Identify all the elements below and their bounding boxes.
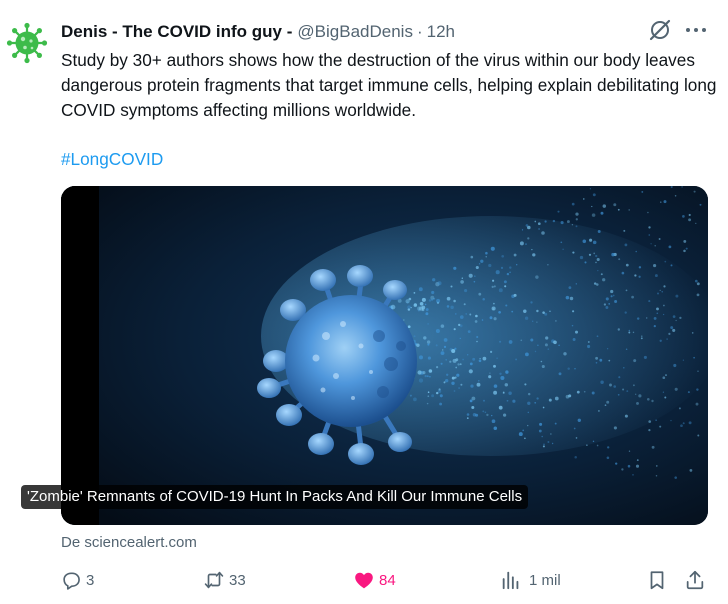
tweet-header: Denis - The COVID info guy - @BigBadDeni… — [61, 20, 455, 44]
virus-particle-disintegrating-image — [61, 186, 708, 525]
heart-icon — [355, 572, 373, 589]
action-bar: 3 33 84 1 mil — [0, 566, 728, 594]
like-count: 84 — [379, 571, 396, 589]
separator-dot: · — [416, 22, 423, 41]
tweet-text: Study by 30+ authors shows how the destr… — [61, 50, 717, 120]
retweet-icon — [204, 571, 224, 589]
views-button[interactable]: 1 mil — [500, 566, 561, 594]
reply-icon — [63, 572, 80, 590]
retweet-count: 33 — [229, 571, 246, 589]
views-chart-icon — [502, 571, 519, 590]
reply-button[interactable]: 3 — [60, 566, 94, 594]
virus-icon[interactable] — [6, 22, 48, 64]
views-count: 1 mil — [529, 571, 561, 589]
like-button[interactable]: 84 — [353, 566, 396, 594]
bookmark-icon — [650, 571, 664, 590]
user-handle[interactable]: @BigBadDenis — [297, 22, 413, 42]
hashtag-link[interactable]: #LongCOVID — [61, 147, 163, 172]
grok-icon[interactable] — [648, 18, 672, 42]
timestamp[interactable]: 12h — [427, 22, 455, 42]
bookmark-button[interactable] — [646, 566, 668, 594]
share-button[interactable] — [684, 566, 706, 594]
card-source[interactable]: De sciencealert.com — [61, 534, 197, 551]
more-options-icon[interactable] — [683, 18, 709, 42]
tweet[interactable]: Denis - The COVID info guy - @BigBadDeni… — [0, 0, 728, 604]
retweet-button[interactable]: 33 — [203, 566, 246, 594]
share-icon — [686, 570, 704, 590]
display-name[interactable]: Denis - The COVID info guy - — [61, 22, 292, 42]
reply-count: 3 — [86, 571, 95, 589]
link-card[interactable] — [61, 186, 708, 525]
card-title[interactable]: 'Zombie' Remnants of COVID-19 Hunt In Pa… — [21, 485, 529, 509]
